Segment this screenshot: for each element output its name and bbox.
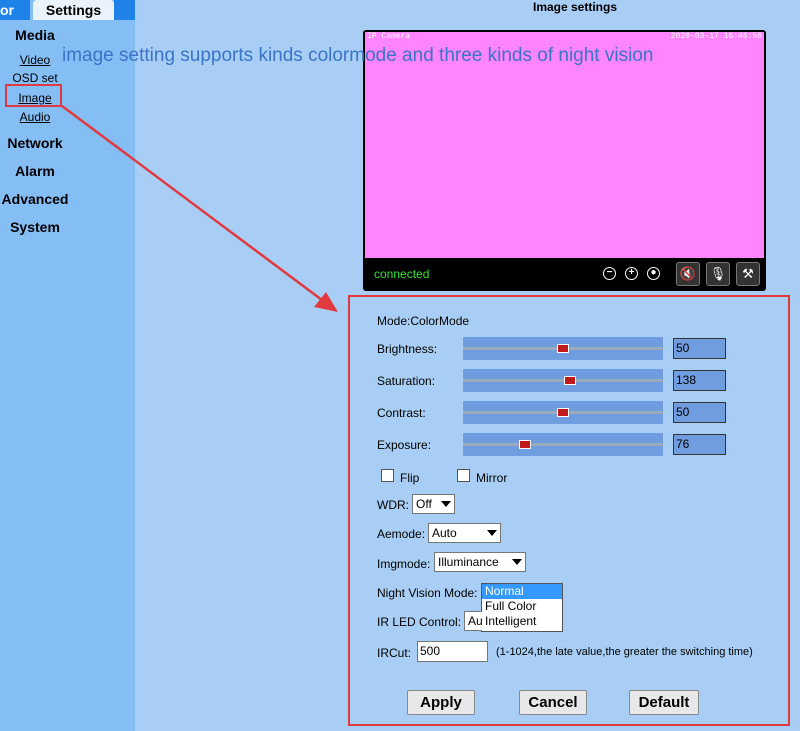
night-vision-label: Night Vision Mode: xyxy=(377,586,478,600)
sidebar-heading-network[interactable]: Network xyxy=(0,135,70,151)
chevron-down-icon xyxy=(441,501,451,507)
sidebar-heading-alarm[interactable]: Alarm xyxy=(0,163,70,179)
wdr-select[interactable]: Off xyxy=(412,494,455,514)
mirror-label: Mirror xyxy=(476,471,508,485)
ir-led-selected-value: Au xyxy=(468,614,483,628)
ircut-label: IRCut: xyxy=(377,646,412,660)
annotation-text: image setting supports kinds colormode a… xyxy=(62,45,654,66)
exposure-label: Exposure: xyxy=(377,438,432,452)
wdr-label: WDR: xyxy=(377,498,409,512)
flip-label: Flip xyxy=(400,471,420,485)
default-button[interactable]: Default xyxy=(629,690,699,715)
ir-led-select[interactable]: Au xyxy=(464,611,483,631)
imgmode-label: Imgmode: xyxy=(377,557,431,571)
exposure-value[interactable]: 76 xyxy=(673,434,726,455)
sidebar-item-osd-set[interactable]: OSD set xyxy=(0,71,70,85)
contrast-slider-thumb[interactable] xyxy=(557,408,569,417)
wdr-selected-value: Off xyxy=(416,497,432,511)
brightness-label: Brightness: xyxy=(377,342,438,356)
imgmode-select[interactable]: Illuminance xyxy=(434,552,526,572)
contrast-value[interactable]: 50 xyxy=(673,402,726,423)
mode-label: Mode:ColorMode xyxy=(377,314,470,328)
image-highlight-box xyxy=(5,84,62,107)
saturation-slider-thumb[interactable] xyxy=(564,376,576,385)
sidebar-heading-advanced[interactable]: Advanced xyxy=(0,191,70,207)
cancel-button[interactable]: Cancel xyxy=(519,690,587,715)
aemode-selected-value: Auto xyxy=(432,526,457,540)
video-preview: IP Camera 2020-03-17 16:46:50 connected … xyxy=(363,30,766,291)
brightness-value[interactable]: 50 xyxy=(673,338,726,359)
exposure-slider-thumb[interactable] xyxy=(519,440,531,449)
night-vision-option-full-color[interactable]: Full Color xyxy=(482,599,562,614)
microphone-off-icon[interactable]: 🎙 xyxy=(706,262,730,286)
camera-label: IP Camera xyxy=(367,32,411,41)
imgmode-selected-value: Illuminance xyxy=(438,555,499,569)
flip-checkbox[interactable] xyxy=(381,469,394,482)
connection-status: connected xyxy=(374,267,430,281)
night-vision-option-intelligent[interactable]: Intelligent xyxy=(482,614,562,629)
aemode-label: Aemode: xyxy=(377,527,426,541)
page-title: Image settings xyxy=(532,0,618,14)
zoom-out-icon[interactable]: − xyxy=(603,267,616,280)
ircut-input[interactable]: 500 xyxy=(417,641,488,662)
sidebar-item-video[interactable]: Video xyxy=(0,53,70,67)
sidebar-heading-system[interactable]: System xyxy=(0,219,70,235)
sidebar-heading-media[interactable]: Media xyxy=(0,27,70,43)
night-vision-dropdown-list[interactable]: Normal Full Color Intelligent xyxy=(481,583,563,632)
night-vision-option-normal[interactable]: Normal xyxy=(482,584,562,599)
contrast-slider[interactable] xyxy=(463,401,663,424)
tools-icon[interactable]: ⚒ xyxy=(736,262,760,286)
exposure-slider[interactable] xyxy=(463,433,663,456)
chevron-down-icon xyxy=(487,530,497,536)
record-icon[interactable]: ● xyxy=(647,267,660,280)
brightness-slider[interactable] xyxy=(463,337,663,360)
saturation-label: Saturation: xyxy=(377,374,436,388)
camera-timestamp: 2020-03-17 16:46:50 xyxy=(670,32,762,41)
chevron-down-icon xyxy=(512,559,522,565)
sidebar: or Settings Media Video OSD set Image Au… xyxy=(0,0,135,731)
saturation-slider[interactable] xyxy=(463,369,663,392)
tab-extra[interactable] xyxy=(114,0,135,20)
zoom-in-icon[interactable]: + xyxy=(625,267,638,280)
sidebar-item-audio[interactable]: Audio xyxy=(0,110,70,124)
ircut-hint: (1-1024,the late value,the greater the s… xyxy=(496,646,753,658)
mute-icon[interactable]: 🔇 xyxy=(676,262,700,286)
image-settings-panel: Mode:ColorMode Brightness: 50 Saturation… xyxy=(348,295,790,726)
saturation-value[interactable]: 138 xyxy=(673,370,726,391)
mirror-checkbox[interactable] xyxy=(457,469,470,482)
apply-button[interactable]: Apply xyxy=(407,690,475,715)
contrast-label: Contrast: xyxy=(377,406,426,420)
tab-monitor[interactable]: or xyxy=(0,0,30,20)
tab-settings[interactable]: Settings xyxy=(33,0,114,20)
aemode-select[interactable]: Auto xyxy=(428,523,501,543)
ir-led-label: IR LED Control: xyxy=(377,615,462,629)
brightness-slider-thumb[interactable] xyxy=(557,344,569,353)
